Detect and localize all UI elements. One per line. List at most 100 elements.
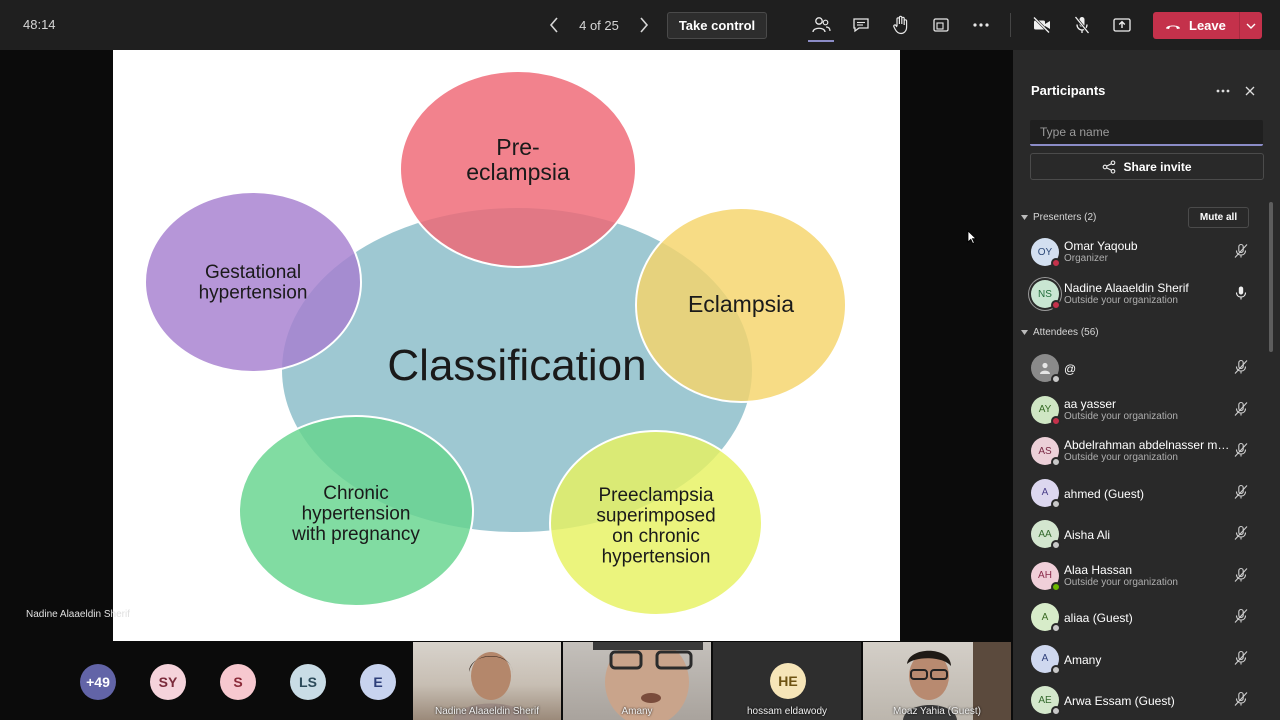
raise-hand-icon (893, 15, 908, 35)
mic-off-icon (1234, 442, 1248, 457)
camera-toggle-button[interactable] (1030, 13, 1054, 37)
avatar-initials: NS (1038, 288, 1052, 300)
video-tile[interactable]: HE hossam eldawody (713, 642, 861, 720)
chip-initials: S (233, 674, 243, 690)
participant-name: Amany (1064, 652, 1102, 667)
avatar: HE (770, 663, 806, 699)
overflow-participants-chip[interactable]: +49 (80, 664, 116, 700)
leave-options-button[interactable] (1240, 12, 1262, 39)
participant-subtitle: Organizer (1064, 253, 1108, 264)
mic-off-icon (1074, 16, 1090, 34)
presenters-section-label: Presenters (2) (1033, 212, 1097, 223)
bubble-label-gestational: hypertension (199, 283, 308, 304)
presence-status-dot (1051, 581, 1061, 592)
mic-off-icon (1234, 484, 1248, 499)
mic-off-icon (1234, 567, 1248, 582)
avatar-initials: AE (1038, 694, 1052, 706)
shared-slide: Classification Pre-eclampsia Eclampsia Gest… (113, 50, 900, 641)
participant-chip[interactable]: LS (290, 664, 326, 700)
participant-name: Nadine Alaaeldin Sherif (1064, 281, 1189, 295)
participant-name: @ (1064, 362, 1077, 376)
participant-name: Aisha Ali (1064, 528, 1111, 542)
attendees-section-label: Attendees (56) (1033, 327, 1099, 338)
more-icon (973, 23, 989, 27)
avatar-initials: A (1041, 611, 1049, 623)
participant-row[interactable]: Aahmed (Guest) (1013, 471, 1263, 511)
participant-chip[interactable]: S (220, 664, 256, 700)
raise-hand-button[interactable] (889, 13, 913, 37)
bubble-label-eclampsia: Eclampsia (688, 291, 794, 317)
participants-panel: Participants Share invite Presenters (2)… (1013, 50, 1280, 720)
participant-search-input[interactable] (1030, 120, 1263, 146)
mic-toggle-button[interactable] (1070, 13, 1094, 37)
participant-row[interactable]: AE Arwa Essam (Guest) (1013, 678, 1263, 718)
participant-subtitle: Outside your organization (1064, 452, 1178, 463)
mic-on-icon (1235, 286, 1247, 300)
previous-slide-button[interactable] (540, 10, 568, 40)
overflow-count: +49 (86, 674, 110, 690)
mic-off-icon (1234, 691, 1248, 706)
video-tile[interactable]: Moaz Yahia (Guest) (863, 642, 1011, 720)
panel-more-button[interactable] (1213, 80, 1233, 102)
more-actions-button[interactable] (969, 13, 993, 37)
participants-button[interactable] (808, 13, 834, 42)
bubble-label-superimposed: Preeclampsia (598, 485, 714, 506)
bubble-label-superimposed: hypertension (602, 547, 711, 568)
mic-off-icon (1234, 401, 1248, 416)
share-invite-button[interactable]: Share invite (1030, 153, 1264, 180)
presence-status-dot (1051, 457, 1061, 467)
bubble-label-gestational: Gestational (205, 262, 301, 283)
bubble-label-superimposed: superimposed (596, 506, 715, 527)
participant-name: Omar Yaqoub (1064, 239, 1138, 253)
more-icon (1216, 89, 1230, 93)
video-tile-name: Amany (621, 706, 653, 717)
breakout-rooms-button[interactable] (929, 13, 953, 37)
participant-name: ahmed (Guest) (1064, 486, 1145, 501)
participant-subtitle: Outside your organization (1064, 410, 1178, 422)
participant-name: Abdelrahman abdelnasser mo... (1064, 438, 1230, 452)
mic-off-icon (1234, 243, 1248, 258)
participant-row[interactable]: OY Omar Yaqoub Organizer (1013, 230, 1263, 270)
bubble-label-preeclampsia: Pre- (496, 134, 539, 160)
mute-all-button[interactable]: Mute all (1188, 207, 1249, 228)
participant-subtitle: Outside your organization (1064, 295, 1178, 306)
person-icon (1040, 362, 1050, 374)
presenter-name-label: Nadine Alaaeldin Sherif (26, 609, 130, 620)
participant-row[interactable]: AY aa yasser Outside your organization (1013, 388, 1263, 428)
presenters-section-toggle[interactable]: Presenters (2) (1021, 212, 1096, 223)
avatar-initials: A (1041, 487, 1049, 498)
video-tile[interactable]: Amany (563, 642, 711, 720)
content-stage: Classification Pre-eclampsia Eclampsia Gest… (0, 50, 1013, 642)
participant-row[interactable]: @ (1013, 346, 1263, 386)
panel-scrollbar[interactable] (1269, 202, 1273, 352)
share-content-button[interactable] (1110, 13, 1134, 37)
participant-name: Arwa Essam (Guest) (1064, 694, 1175, 708)
participant-chip[interactable]: E (360, 664, 396, 700)
participant-chip[interactable]: SY (150, 664, 186, 700)
participant-row[interactable]: Aaliaa (Guest) (1013, 595, 1263, 635)
mic-off-icon (1234, 608, 1248, 623)
people-icon (812, 17, 831, 33)
participant-row[interactable]: AA Aisha Ali (1013, 512, 1263, 552)
participant-row[interactable]: AS Abdelrahman abdelnasser mo... Outside y… (1013, 429, 1263, 469)
presence-status-dot (1051, 300, 1061, 310)
attendees-section-toggle[interactable]: Attendees (56) (1021, 327, 1099, 338)
participant-row[interactable]: A Amany (1013, 637, 1263, 677)
presence-status-dot (1051, 415, 1061, 426)
presence-status-dot (1051, 664, 1061, 675)
chat-button[interactable] (849, 13, 873, 37)
leave-main-button[interactable]: Leave (1153, 12, 1239, 39)
participant-row[interactable]: AH Alaa Hassan Outside your organization (1013, 554, 1263, 594)
avatar-initials: OY (1037, 246, 1053, 258)
teams-meeting-window: 48:14 4 of 25 Take control Leave Classif… (0, 0, 1280, 720)
mic-off-icon (1234, 650, 1248, 665)
video-tile[interactable]: Nadine Alaaeldin Sherif (413, 642, 561, 720)
chip-initials: LS (299, 674, 317, 690)
meeting-timer: 48:14 (23, 17, 56, 32)
leave-button[interactable]: Leave (1153, 12, 1262, 39)
panel-close-button[interactable] (1241, 82, 1259, 100)
next-slide-button[interactable] (630, 10, 658, 40)
presence-status-dot (1051, 623, 1061, 633)
participant-row[interactable]: NS Nadine Alaaeldin Sherif Outside your or… (1013, 272, 1263, 312)
take-control-button[interactable]: Take control (667, 12, 767, 39)
